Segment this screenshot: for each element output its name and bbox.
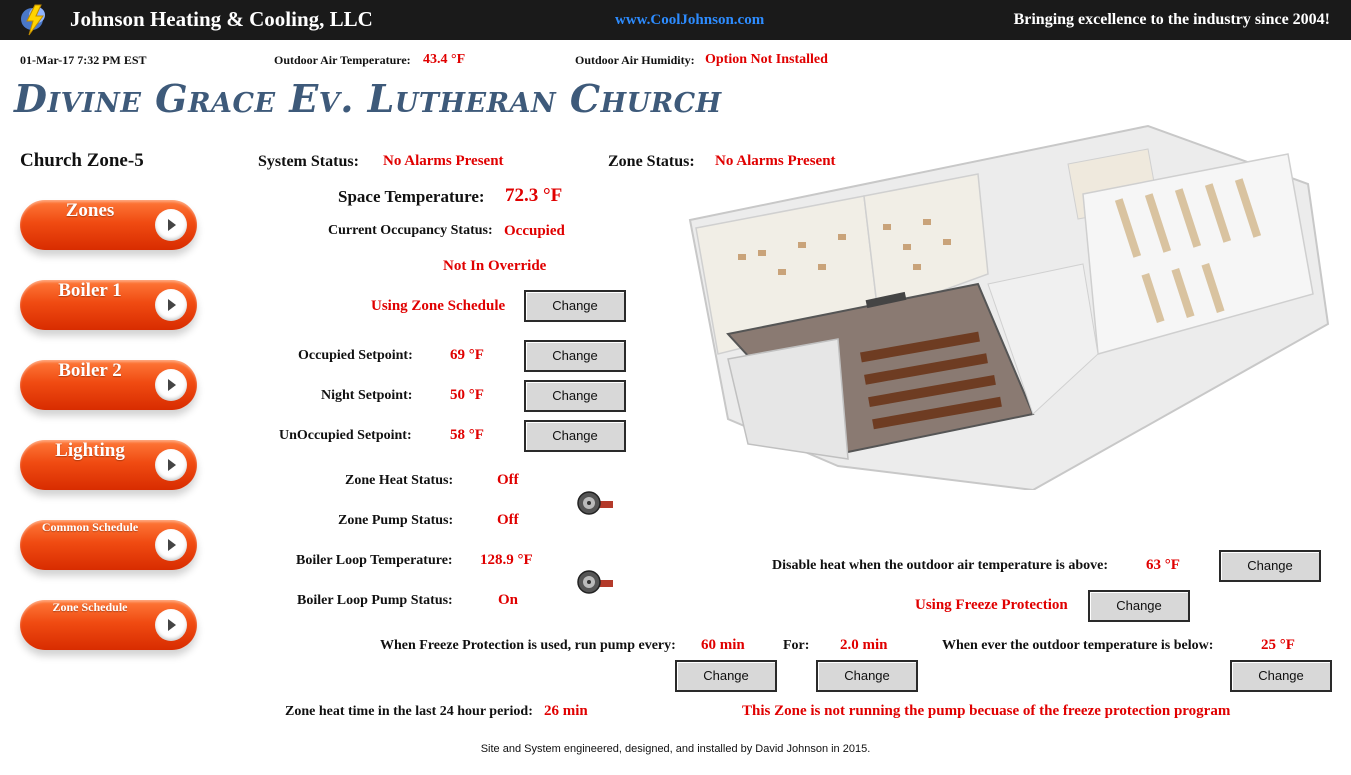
zone-heat-time-value: 26 min	[544, 703, 588, 719]
freeze-duration-label: For:	[783, 638, 810, 653]
occupancy-status-label: Current Occupancy Status:	[328, 223, 493, 238]
website-link[interactable]: www.CoolJohnson.com	[615, 12, 764, 29]
schedule-status: Using Zone Schedule	[371, 298, 506, 314]
nav-boiler-2-button[interactable]: Boiler 2	[20, 360, 197, 410]
datetime: 01-Mar-17 7:32 PM EST	[20, 53, 147, 67]
zone-status-label: Zone Status:	[608, 153, 695, 170]
zone-heat-time-label: Zone heat time in the last 24 hour perio…	[285, 704, 533, 719]
boiler-loop-temperature-label: Boiler Loop Temperature:	[296, 553, 453, 568]
disable-heat-value: 63 °F	[1146, 557, 1180, 573]
outdoor-air-temp-value: 43.4 °F	[423, 52, 466, 67]
arrow-right-icon	[155, 449, 187, 481]
nav-zone-schedule-button[interactable]: Zone Schedule	[20, 600, 197, 650]
occupied-setpoint-label: Occupied Setpoint:	[298, 348, 413, 363]
lightning-logo-icon	[21, 4, 45, 36]
arrow-right-icon	[155, 209, 187, 241]
night-setpoint-value: 50 °F	[450, 387, 484, 403]
system-status-label: System Status:	[258, 153, 359, 170]
freeze-protection-change-button[interactable]: Change	[1088, 590, 1190, 622]
freeze-temperature-value: 25 °F	[1261, 637, 1295, 653]
space-temperature-label: Space Temperature:	[338, 187, 485, 206]
schedule-change-button[interactable]: Change	[524, 290, 626, 322]
unoccupied-setpoint-change-button[interactable]: Change	[524, 420, 626, 452]
nav-label: Zone Schedule	[52, 600, 128, 614]
space-temperature-value: 72.3 °F	[505, 185, 563, 206]
zone-heat-status-value: Off	[497, 472, 519, 488]
zone-name: Church Zone-5	[20, 150, 144, 171]
nav-lighting-button[interactable]: Lighting	[20, 440, 197, 490]
override-status: Not In Override	[443, 258, 547, 274]
freeze-temperature-label: When ever the outdoor temperature is bel…	[942, 638, 1214, 653]
boiler-loop-pump-status-value: On	[498, 592, 519, 608]
zone-pump-status-value: Off	[497, 512, 519, 528]
zone-pump-icon	[577, 491, 613, 515]
disable-heat-change-button[interactable]: Change	[1219, 550, 1321, 582]
freeze-temperature-change-button[interactable]: Change	[1230, 660, 1332, 692]
church-floor-plan-image	[688, 124, 1330, 490]
boiler-loop-pump-status-label: Boiler Loop Pump Status:	[297, 593, 453, 608]
freeze-protection-status: Using Freeze Protection	[915, 597, 1068, 613]
arrow-right-icon	[155, 609, 187, 641]
night-setpoint-label: Night Setpoint:	[321, 388, 413, 403]
arrow-right-icon	[155, 529, 187, 561]
outdoor-air-humidity-value: Option Not Installed	[705, 52, 828, 67]
nav-label: Boiler 1	[58, 280, 122, 301]
arrow-right-icon	[155, 289, 187, 321]
freeze-duration-value: 2.0 min	[840, 637, 888, 653]
freeze-protection-message: This Zone is not running the pump becuas…	[742, 703, 1231, 719]
freeze-duration-change-button[interactable]: Change	[816, 660, 918, 692]
footer-credit: Site and System engineered, designed, an…	[480, 743, 871, 755]
outdoor-air-temp-label: Outdoor Air Temperature:	[274, 53, 411, 67]
nav-label: Common Schedule	[41, 520, 139, 534]
company-name: Johnson Heating & Cooling, LLC	[70, 7, 373, 31]
nav-label: Lighting	[55, 440, 125, 461]
outdoor-air-humidity-label: Outdoor Air Humidity:	[575, 53, 695, 67]
tagline: Bringing excellence to the industry sinc…	[1013, 11, 1330, 28]
freeze-run-interval-value: 60 min	[701, 637, 745, 653]
boiler-loop-temperature-value: 128.9 °F	[480, 552, 533, 568]
unoccupied-setpoint-label: UnOccupied Setpoint:	[279, 428, 412, 443]
unoccupied-setpoint-value: 58 °F	[450, 427, 484, 443]
nav-common-schedule-button[interactable]: Common Schedule	[20, 520, 197, 570]
zone-pump-status-label: Zone Pump Status:	[338, 513, 454, 528]
boiler-loop-pump-icon	[577, 570, 613, 594]
nav-label: Zones	[65, 200, 115, 221]
night-setpoint-change-button[interactable]: Change	[524, 380, 626, 412]
occupied-setpoint-value: 69 °F	[450, 347, 484, 363]
occupied-setpoint-change-button[interactable]: Change	[524, 340, 626, 372]
church-title: Divine Grace Ev. Lutheran Church	[14, 76, 722, 121]
nav-zones-button[interactable]: Zones	[20, 200, 197, 250]
occupancy-status-value: Occupied	[504, 223, 565, 239]
zone-heat-status-label: Zone Heat Status:	[345, 473, 454, 488]
disable-heat-label: Disable heat when the outdoor air temper…	[772, 558, 1108, 573]
arrow-right-icon	[155, 369, 187, 401]
system-status-value: No Alarms Present	[383, 153, 504, 169]
nav-boiler-1-button[interactable]: Boiler 1	[20, 280, 197, 330]
header-bar: Johnson Heating & Cooling, LLC www.CoolJ…	[0, 0, 1351, 40]
freeze-run-interval-label: When Freeze Protection is used, run pump…	[380, 638, 676, 653]
nav-label: Boiler 2	[58, 360, 122, 381]
freeze-run-interval-change-button[interactable]: Change	[675, 660, 777, 692]
